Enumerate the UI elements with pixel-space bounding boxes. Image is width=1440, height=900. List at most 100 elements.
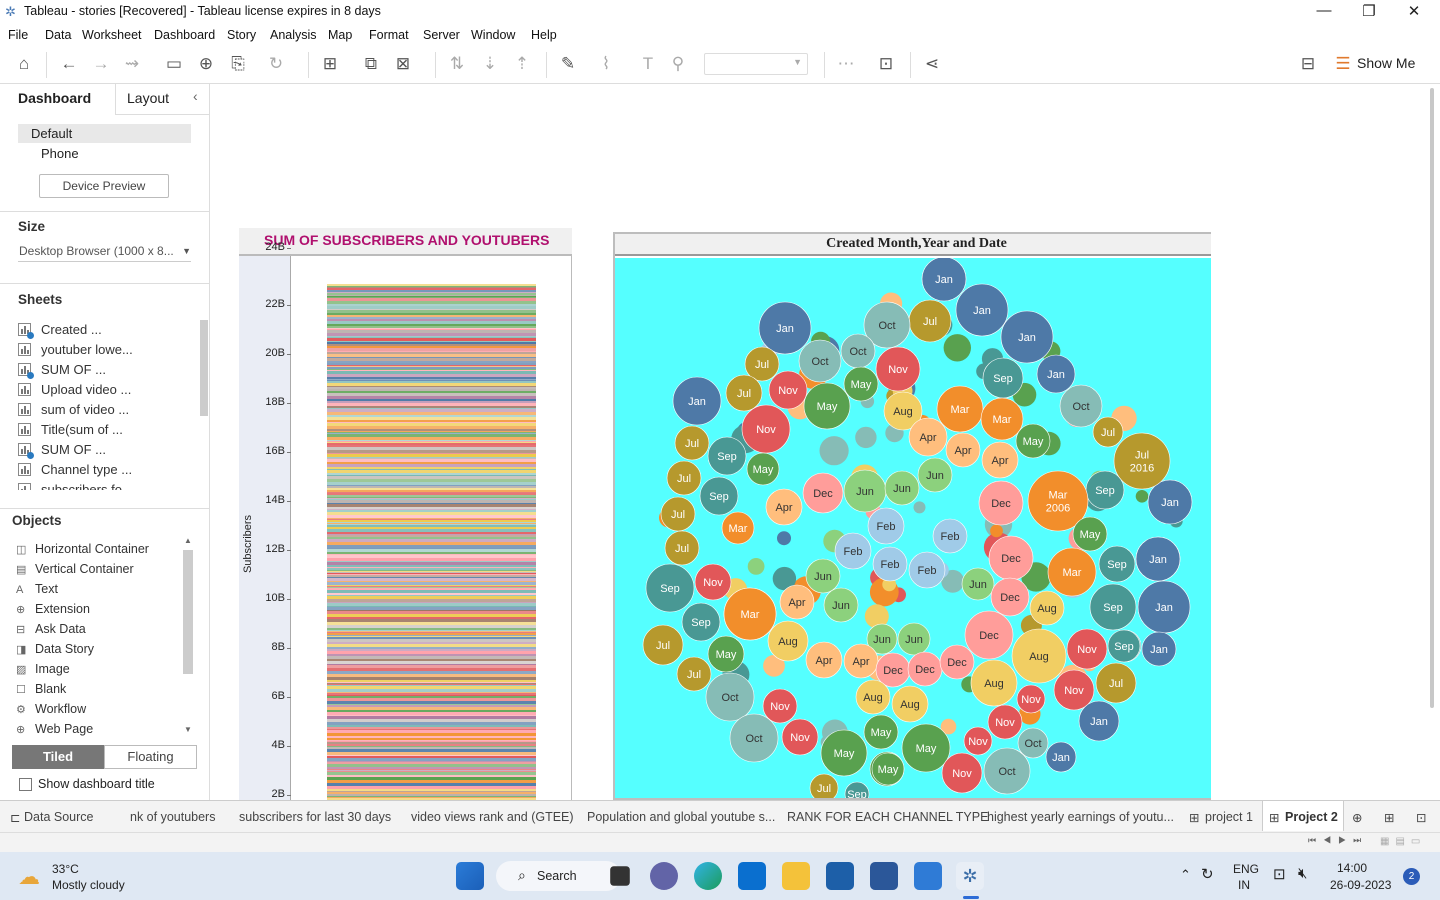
object-image[interactable]: ▨ Image <box>16 662 70 676</box>
bar-segment[interactable] <box>327 715 536 716</box>
bar-segment[interactable] <box>327 515 536 518</box>
sheet-item[interactable]: Title(sum of ... <box>18 422 123 437</box>
sheet-item[interactable]: SUM OF ... <box>18 442 106 459</box>
bar-segment[interactable] <box>327 574 536 575</box>
bar-segment[interactable] <box>327 565 536 567</box>
bar-segment[interactable] <box>327 625 536 628</box>
bar-segment[interactable] <box>327 727 536 729</box>
word-icon[interactable] <box>870 862 898 890</box>
bar-segment[interactable] <box>327 371 536 374</box>
bar-segment[interactable] <box>327 310 536 313</box>
search-box[interactable]: ⌕ Search <box>496 861 621 891</box>
sheet-item[interactable]: youtuber lowe... <box>18 342 133 357</box>
bar-segment[interactable] <box>327 704 536 705</box>
mail-icon[interactable] <box>738 862 766 890</box>
bar-segment[interactable] <box>327 571 536 572</box>
bar-segment[interactable] <box>327 391 536 393</box>
bar-segment[interactable] <box>327 458 536 459</box>
bar-segment[interactable] <box>327 527 536 529</box>
bar-segment[interactable] <box>327 698 536 701</box>
bar-segment[interactable] <box>327 330 536 333</box>
bar-segment[interactable] <box>327 599 536 602</box>
bar-segment[interactable] <box>327 433 536 434</box>
bar-segment[interactable] <box>327 535 536 537</box>
bar-segment[interactable] <box>327 651 536 654</box>
bar-segment[interactable] <box>327 712 536 715</box>
replay-icon[interactable]: ⇝ <box>122 54 142 74</box>
bar-segment[interactable] <box>327 789 536 791</box>
bubble-small[interactable] <box>747 558 765 575</box>
view-toggle-icons[interactable]: ▦▤▭ <box>1380 836 1426 847</box>
bar-segment[interactable] <box>327 367 536 369</box>
bar-segment[interactable] <box>327 328 536 329</box>
bar-segment[interactable] <box>327 736 536 738</box>
menu-map[interactable]: Map <box>328 26 352 42</box>
bar-segment[interactable] <box>327 719 536 722</box>
bar-segment[interactable] <box>327 366 536 367</box>
bar-segment[interactable] <box>327 341 536 342</box>
home-icon[interactable]: ⌂ <box>14 54 34 74</box>
bar-segment[interactable] <box>327 490 536 492</box>
bar-segment[interactable] <box>327 519 536 520</box>
bar-segment[interactable] <box>327 457 536 458</box>
bar-segment[interactable] <box>327 665 536 668</box>
bar-segment[interactable] <box>327 775 536 777</box>
bar-segment[interactable] <box>327 593 536 595</box>
show-me-icon[interactable]: ☰ <box>1333 54 1353 74</box>
new-story-icon[interactable]: ⊡ <box>1416 810 1426 825</box>
vertical-scrollbar[interactable] <box>1430 88 1434 708</box>
bar-segment[interactable] <box>327 756 536 758</box>
bar-segment[interactable] <box>327 482 536 485</box>
refresh-icon[interactable]: ↻ <box>266 54 286 74</box>
device-phone[interactable]: Phone <box>41 146 79 161</box>
bar-segment[interactable] <box>327 432 536 433</box>
bar-segment[interactable] <box>327 568 536 570</box>
bar-segment[interactable] <box>327 758 536 761</box>
bar-segment[interactable] <box>327 577 536 578</box>
bar-segment[interactable] <box>327 324 536 326</box>
bar-segment[interactable] <box>327 441 536 442</box>
bar-segment[interactable] <box>327 459 536 462</box>
new-data-source-icon[interactable]: ⊕ <box>196 54 216 74</box>
bar-segment[interactable] <box>327 614 536 617</box>
bar-segment[interactable] <box>327 485 536 486</box>
bar-segment[interactable] <box>327 794 536 796</box>
maximize-icon[interactable]: ❐ <box>1346 2 1392 20</box>
bar-segment[interactable] <box>327 668 536 671</box>
bar-segment[interactable] <box>327 445 536 447</box>
bar-segment[interactable] <box>327 558 536 561</box>
chat-icon[interactable] <box>650 862 678 890</box>
bar-segment[interactable] <box>327 542 536 545</box>
tab-dashboard[interactable]: Dashboard <box>18 90 91 106</box>
bar-segment[interactable] <box>327 386 536 387</box>
menu-story[interactable]: Story <box>227 26 256 42</box>
bar-segment[interactable] <box>327 497 536 498</box>
labels-icon[interactable]: T <box>638 54 658 74</box>
bar-segment[interactable] <box>327 317 536 319</box>
bar-segment[interactable] <box>327 725 536 727</box>
bar-segment[interactable] <box>327 361 536 363</box>
bubble-small[interactable] <box>913 501 926 514</box>
bar-segment[interactable] <box>327 399 536 401</box>
bar-segment[interactable] <box>327 644 536 647</box>
sort-descending-icon[interactable]: ⇡ <box>512 54 532 74</box>
bar-segment[interactable] <box>327 777 536 780</box>
bar-segment[interactable] <box>327 380 536 381</box>
bar-segment[interactable] <box>327 429 536 431</box>
bar-segment[interactable] <box>327 585 536 586</box>
bar-segment[interactable] <box>327 510 536 512</box>
bar-segment[interactable] <box>327 783 536 786</box>
bar-segment[interactable] <box>327 747 536 749</box>
card-icon[interactable]: ⋯ <box>836 54 856 74</box>
bar-segment[interactable] <box>327 423 536 426</box>
bar-segment[interactable] <box>327 786 536 789</box>
tab-data-source[interactable]: Data Source <box>24 810 93 824</box>
bar-segment[interactable] <box>327 588 536 590</box>
store-icon[interactable] <box>826 862 854 890</box>
bar-segment[interactable] <box>327 552 536 554</box>
bar-segment[interactable] <box>327 680 536 682</box>
bar-segment[interactable] <box>327 705 536 707</box>
object-horizontal-container[interactable]: ◫ Horizontal Container <box>16 542 149 556</box>
bar-segment[interactable] <box>327 590 536 593</box>
sheet-item[interactable]: sum of video ... <box>18 402 129 417</box>
